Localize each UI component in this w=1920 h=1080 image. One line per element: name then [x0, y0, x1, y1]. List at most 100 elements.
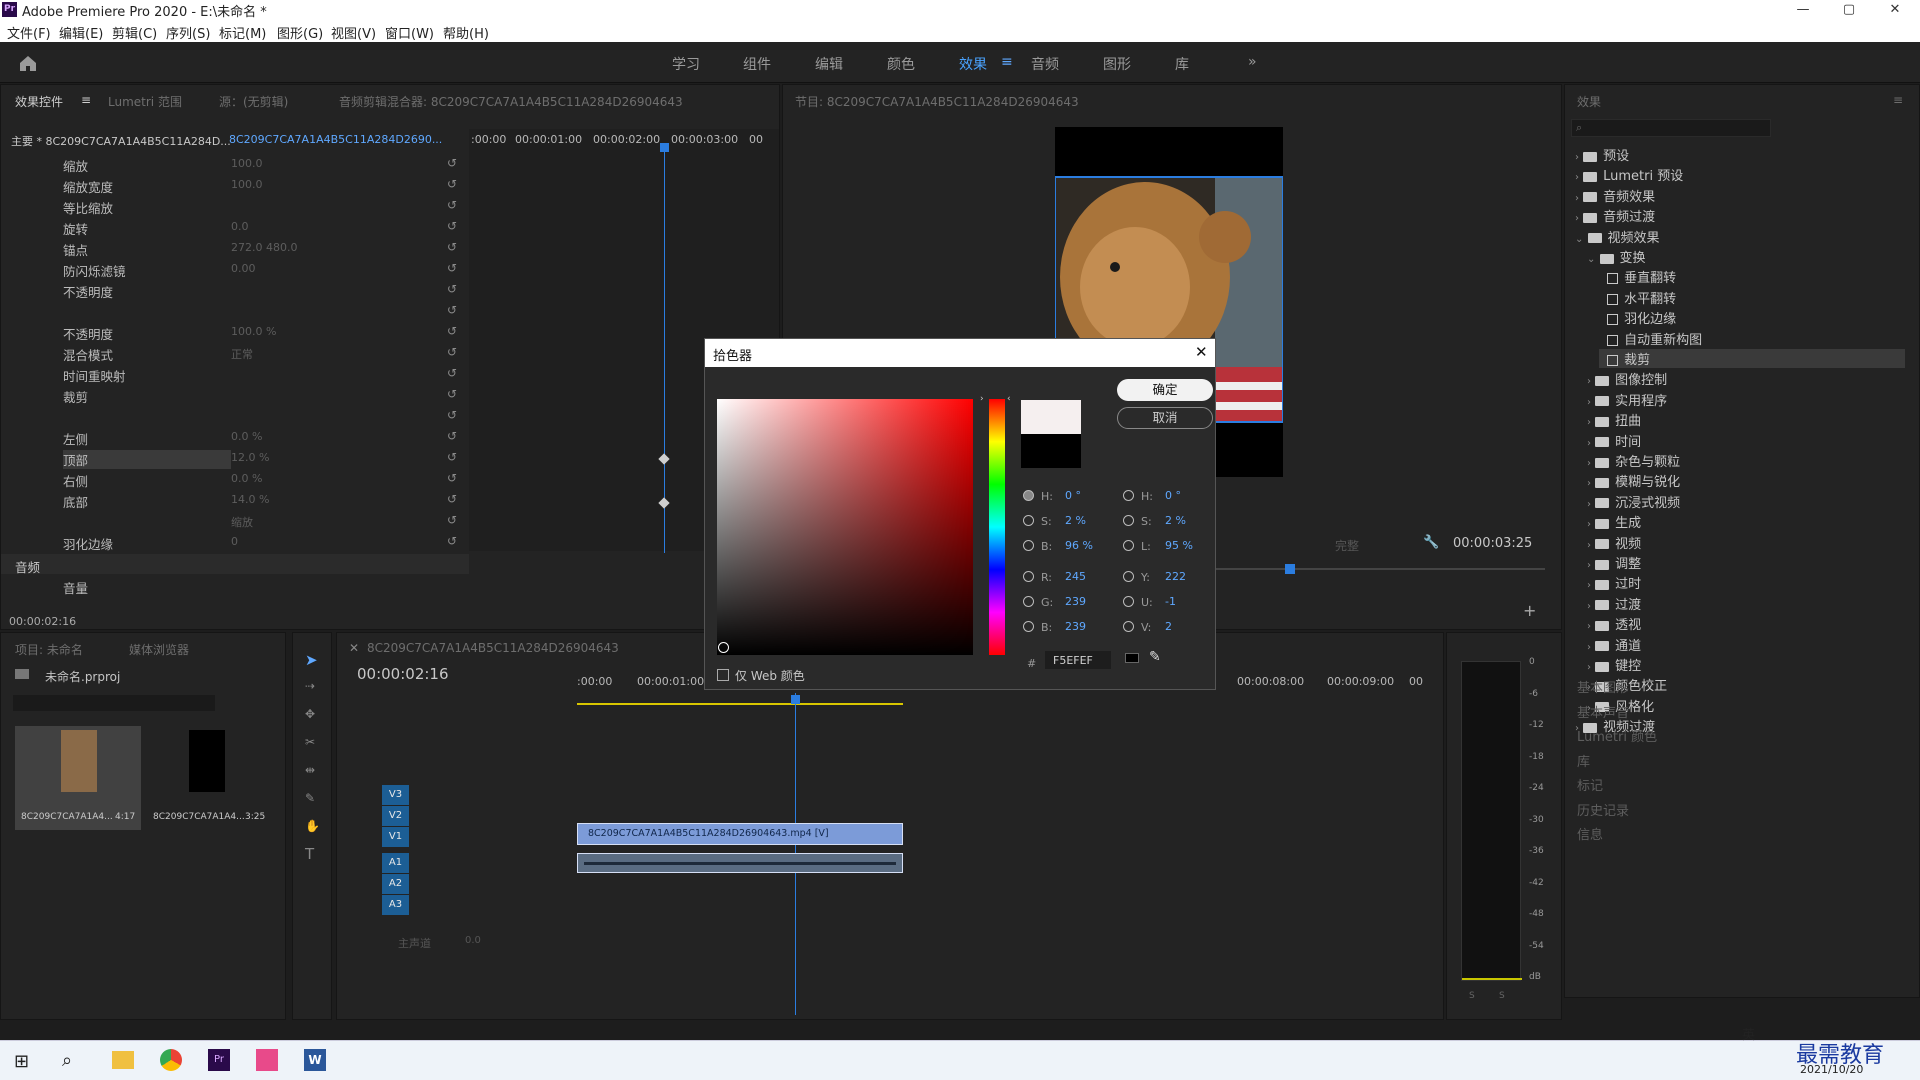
track-target-toggle[interactable]: V3 [382, 785, 409, 805]
project-search-input[interactable] [13, 695, 215, 711]
effect-row[interactable]: ↺ [1, 405, 469, 426]
effect-row[interactable]: 时间重映射 ↺ [1, 363, 469, 384]
hsl-h-radio[interactable] [1123, 490, 1134, 501]
project-item[interactable]: 8C209C7CA7A1A4... 3:25 [149, 726, 275, 830]
effects-tree-item[interactable]: › 杂色与颗粒 [1587, 451, 1680, 470]
effects-tree-item[interactable]: › 音频效果 [1575, 186, 1655, 205]
rgb-b-value[interactable]: 239 [1065, 620, 1086, 633]
tab-lumetri-scopes[interactable]: Lumetri 范围 [108, 93, 182, 110]
hsl-s-value[interactable]: 2 % [1165, 514, 1186, 527]
effects-tree-item[interactable]: ⌄ 视频效果 [1575, 227, 1660, 246]
chevron-right-icon[interactable]: › [1587, 519, 1591, 530]
effect-row[interactable]: 等比缩放 ↺ [1, 195, 469, 216]
effects-tree-item[interactable]: ⌄ 变换 [1587, 247, 1646, 266]
effects-tree-item[interactable]: › 模糊与锐化 [1587, 471, 1680, 490]
video-clip[interactable]: 8C209C7CA7A1A4B5C11A284D26904643.mp4 [V] [577, 823, 903, 845]
effect-row[interactable]: 缩放宽度 100.0 ↺ [1, 174, 469, 195]
rgb-g-radio[interactable] [1023, 596, 1034, 607]
chevron-right-icon[interactable]: › [1587, 499, 1591, 510]
effects-tree-item[interactable]: › 视频 [1587, 533, 1641, 552]
hsl-s-radio[interactable] [1123, 515, 1134, 526]
row-value[interactable]: 100.0 [231, 157, 263, 170]
effect-row[interactable]: 顶部 12.0 % ↺ [1, 447, 469, 469]
row-value[interactable]: 100.0 [231, 178, 263, 191]
hex-input[interactable]: F5EFEF [1045, 651, 1111, 669]
side-panel-tab[interactable]: Lumetri 颜色 [1577, 726, 1657, 745]
selection-tool-icon[interactable]: ➤ [305, 651, 318, 669]
rgb-r-radio[interactable] [1023, 571, 1034, 582]
color-saturation-field[interactable] [717, 399, 973, 655]
hsl-h-value[interactable]: 0 ° [1165, 489, 1181, 502]
menu-sequence[interactable]: 序列(S) [166, 23, 210, 42]
chevron-right-icon[interactable]: › [1587, 376, 1591, 387]
reset-icon[interactable]: ↺ [447, 429, 457, 443]
meter-solo-right[interactable]: S [1499, 991, 1505, 1001]
reset-icon[interactable]: ↺ [447, 198, 457, 212]
effect-row-volume[interactable]: 音量 [1, 575, 469, 596]
playhead-line[interactable] [664, 143, 665, 553]
workspace-editing[interactable]: 编辑 [815, 54, 843, 74]
menu-clip[interactable]: 剪辑(C) [112, 23, 157, 42]
sequence-clip-label[interactable]: 8C209C7CA7A1A4B5C11A284D2690... [229, 133, 442, 146]
windows-start-icon[interactable]: ⊞ [14, 1051, 29, 1072]
effect-row[interactable]: 缩放 100.0 ↺ [1, 153, 469, 174]
tab-effect-controls[interactable]: 效果控件 [15, 93, 63, 110]
premiere-taskbar-icon[interactable]: Pr [208, 1049, 230, 1071]
chevron-right-icon[interactable]: › [1575, 152, 1579, 163]
chevron-right-icon[interactable]: › [1587, 662, 1591, 673]
effect-row[interactable]: 羽化边缘 0 ↺ [1, 531, 469, 552]
color-cursor[interactable] [718, 642, 729, 653]
hsb-s-radio[interactable] [1023, 515, 1034, 526]
word-icon[interactable]: W [304, 1049, 326, 1071]
yuv-y-radio[interactable] [1123, 571, 1134, 582]
eyedropper-icon[interactable]: ✎ [1149, 649, 1161, 665]
effects-tree-item[interactable]: › 扭曲 [1587, 410, 1641, 429]
side-panel-tab[interactable]: 标记 [1577, 775, 1603, 794]
chevron-right-icon[interactable]: › [1575, 213, 1579, 224]
menu-help[interactable]: 帮助(H) [443, 23, 489, 42]
keyframe-diamond[interactable] [658, 497, 670, 509]
track-target-toggle[interactable]: A3 [382, 895, 409, 915]
reset-icon[interactable]: ↺ [447, 534, 457, 548]
project-item[interactable]: 8C209C7CA7A1A4... 4:17 [15, 726, 141, 830]
effects-tree-item[interactable]: › 通道 [1587, 635, 1641, 654]
row-value[interactable]: 0 [231, 535, 238, 548]
program-scrub-bar[interactable] [1215, 568, 1545, 570]
work-area-bar[interactable] [577, 703, 903, 705]
track-target-toggle[interactable]: A2 [382, 874, 409, 894]
side-panel-tab[interactable]: 信息 [1577, 824, 1603, 843]
yuv-v-radio[interactable] [1123, 621, 1134, 632]
track-header[interactable]: A3 [382, 895, 469, 915]
timeline-playhead-handle[interactable] [791, 695, 800, 704]
track-header[interactable]: V1 [382, 827, 469, 847]
effect-row[interactable]: ↺ [1, 300, 469, 321]
chevron-right-icon[interactable]: › [1575, 193, 1579, 204]
track-target-toggle[interactable]: V1 [382, 827, 409, 847]
effects-tree-item[interactable]: › 时间 [1587, 431, 1641, 450]
reset-icon[interactable]: ↺ [447, 156, 457, 170]
effects-tree-item[interactable]: › 音频过渡 [1575, 206, 1655, 225]
audio-clip[interactable] [577, 853, 903, 873]
search-icon[interactable]: ⌕ [62, 1050, 72, 1071]
side-panel-tab[interactable]: 库 [1577, 751, 1590, 770]
hsl-l-radio[interactable] [1123, 540, 1134, 551]
effects-tree-item[interactable]: › Lumetri 预设 [1575, 165, 1683, 184]
chevron-down-icon[interactable]: ⌄ [1575, 234, 1583, 245]
workspace-color[interactable]: 颜色 [887, 54, 915, 74]
hsb-h-value[interactable]: 0 ° [1065, 489, 1081, 502]
reset-icon[interactable]: ↺ [447, 177, 457, 191]
reset-icon[interactable]: ↺ [447, 471, 457, 485]
tab-menu-icon[interactable]: ≡ [81, 93, 91, 107]
effect-row[interactable]: 裁剪 ↺ [1, 384, 469, 405]
effects-tree-item[interactable]: › 透视 [1587, 614, 1641, 633]
effects-tree-item[interactable]: › 裁剪 [1599, 349, 1905, 368]
type-tool-icon[interactable]: T [305, 845, 314, 863]
reset-icon[interactable]: ↺ [447, 261, 457, 275]
effect-row[interactable]: 右侧 0.0 % ↺ [1, 468, 469, 489]
row-value[interactable]: 0.0 % [231, 472, 262, 485]
effect-row[interactable]: 防闪烁滤镜 0.00 ↺ [1, 258, 469, 279]
chevron-down-icon[interactable]: ⌄ [1587, 254, 1595, 265]
effects-tree-item[interactable]: › 水平翻转 [1599, 288, 1676, 307]
chevron-right-icon[interactable]: › [1575, 172, 1579, 183]
workspace-overflow-icon[interactable]: » [1248, 54, 1257, 70]
